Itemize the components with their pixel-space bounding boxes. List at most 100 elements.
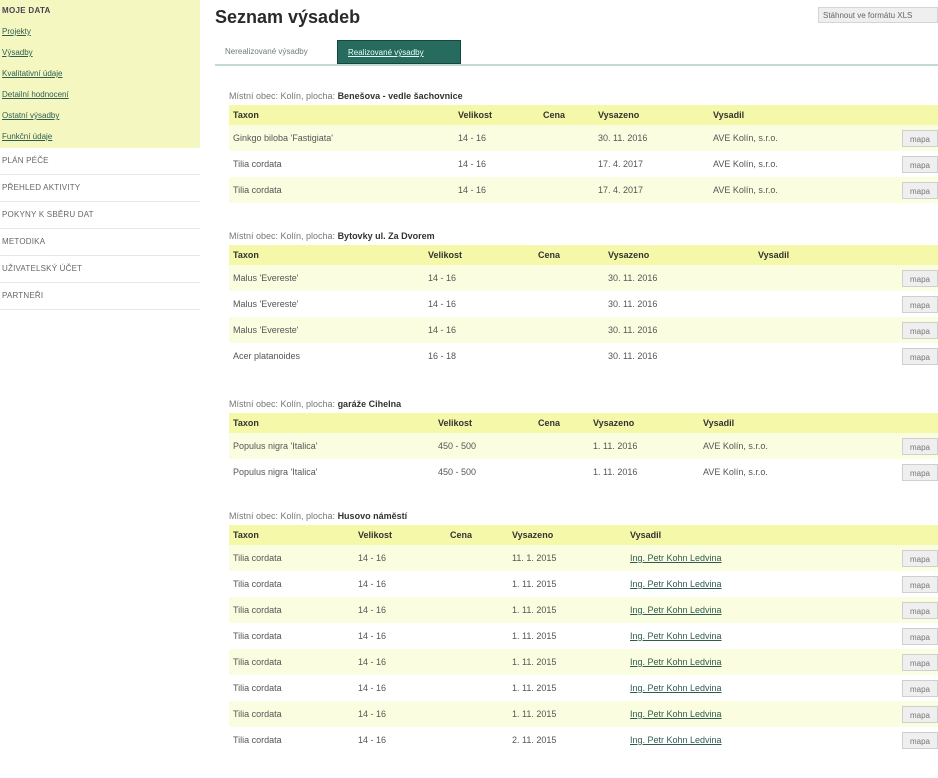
cell-map: mapa bbox=[893, 623, 938, 649]
column-header-planter: Vysadil bbox=[754, 245, 893, 265]
cell-price bbox=[446, 597, 508, 623]
sidebar-item-account[interactable]: UŽIVATELSKÝ ÚČET bbox=[0, 256, 200, 283]
column-header-price: Cena bbox=[446, 525, 508, 545]
sidebar-link-functional[interactable]: Funkční údaje bbox=[2, 126, 198, 147]
cell-taxon: Tilia cordata bbox=[229, 597, 354, 623]
cell-size: 14 - 16 bbox=[454, 151, 539, 177]
cell-price bbox=[534, 291, 604, 317]
cell-planter: AVE Kolín, s.r.o. bbox=[699, 459, 893, 485]
map-button[interactable]: mapa bbox=[902, 601, 938, 619]
cell-taxon: Malus 'Evereste' bbox=[229, 317, 424, 343]
cell-planted: 1. 11. 2015 bbox=[508, 597, 626, 623]
cell-size: 14 - 16 bbox=[354, 727, 446, 753]
table-header-row: Taxon Velikost Cena Vysazeno Vysadil bbox=[229, 525, 938, 545]
sidebar-link-evaluation[interactable]: Detailní hodnocení bbox=[2, 84, 198, 105]
cell-taxon: Malus 'Evereste' bbox=[229, 265, 424, 291]
column-header-size: Velikost bbox=[424, 245, 534, 265]
map-button[interactable]: mapa bbox=[902, 653, 938, 671]
column-header-size: Velikost bbox=[354, 525, 446, 545]
cell-map: mapa bbox=[893, 265, 938, 291]
table-row: Tilia cordata 14 - 16 17. 4. 2017 AVE Kolín… bbox=[229, 151, 938, 177]
cell-size: 14 - 16 bbox=[354, 571, 446, 597]
cell-planter[interactable]: Ing. Petr Kohn Ledvina bbox=[626, 623, 893, 649]
page-title: Seznam výsadeb bbox=[215, 7, 361, 27]
map-button[interactable]: mapa bbox=[902, 347, 938, 365]
cell-map: mapa bbox=[893, 675, 938, 701]
plantings-table: Taxon Velikost Cena Vysazeno Vysadil Tilia co… bbox=[229, 525, 938, 753]
sidebar-link-projects[interactable]: Projekty bbox=[2, 21, 198, 42]
column-header-taxon: Taxon bbox=[229, 413, 434, 433]
sidebar-item-data-guide[interactable]: POKYNY K SBĚRU DAT bbox=[0, 202, 200, 229]
map-button[interactable]: mapa bbox=[902, 437, 938, 455]
cell-size: 14 - 16 bbox=[454, 125, 539, 151]
locality-label: Místní obec: Kolín, plocha: Bytovky ul. … bbox=[229, 227, 938, 245]
sidebar-item-methodology[interactable]: METODIKA bbox=[0, 229, 200, 256]
cell-planter[interactable]: Ing. Petr Kohn Ledvina bbox=[626, 597, 893, 623]
download-xls-button[interactable]: Stáhnout ve formátu XLS bbox=[818, 7, 938, 23]
cell-price bbox=[534, 459, 589, 485]
cell-planted: 1. 11. 2015 bbox=[508, 571, 626, 597]
map-button[interactable]: mapa bbox=[902, 155, 938, 173]
map-button[interactable]: mapa bbox=[902, 575, 938, 593]
tab-done[interactable]: Realizované výsadby bbox=[337, 40, 461, 64]
locality-label: Místní obec: Kolín, plocha: Husovo náměs… bbox=[229, 507, 938, 525]
cell-price bbox=[534, 343, 604, 369]
map-button[interactable]: mapa bbox=[902, 679, 938, 697]
cell-size: 14 - 16 bbox=[354, 545, 446, 571]
sidebar-title: MOJE DATA bbox=[2, 6, 51, 15]
cell-planted: 30. 11. 2016 bbox=[604, 291, 754, 317]
cell-taxon: Tilia cordata bbox=[229, 177, 454, 203]
table-row: Populus nigra 'Italica' 450 - 500 1. 11. 2… bbox=[229, 433, 938, 459]
table-row: Populus nigra 'Italica' 450 - 500 1. 11. 2… bbox=[229, 459, 938, 485]
sidebar-link-plantings[interactable]: Výsadby bbox=[2, 42, 198, 63]
cell-planter[interactable]: Ing. Petr Kohn Ledvina bbox=[626, 701, 893, 727]
column-header-map bbox=[893, 525, 938, 545]
sidebar-item-partners[interactable]: PARTNEŘI bbox=[0, 283, 200, 310]
table-header-row: Taxon Velikost Cena Vysazeno Vysadil bbox=[229, 105, 938, 125]
cell-planter[interactable]: Ing. Petr Kohn Ledvina bbox=[626, 571, 893, 597]
cell-planter[interactable]: Ing. Petr Kohn Ledvina bbox=[626, 545, 893, 571]
cell-map: mapa bbox=[893, 597, 938, 623]
cell-taxon: Malus 'Evereste' bbox=[229, 291, 424, 317]
map-button[interactable]: mapa bbox=[902, 269, 938, 287]
cell-taxon: Tilia cordata bbox=[229, 151, 454, 177]
table-row: Tilia cordata 14 - 16 11. 1. 2015 Ing. Petr… bbox=[229, 545, 938, 571]
cell-price bbox=[446, 571, 508, 597]
cell-planter[interactable]: Ing. Petr Kohn Ledvina bbox=[626, 727, 893, 753]
cell-planter: AVE Kolín, s.r.o. bbox=[709, 125, 893, 151]
map-button[interactable]: mapa bbox=[902, 705, 938, 723]
cell-taxon: Tilia cordata bbox=[229, 701, 354, 727]
map-button[interactable]: mapa bbox=[902, 549, 938, 567]
cell-planter bbox=[754, 291, 893, 317]
map-button[interactable]: mapa bbox=[902, 129, 938, 147]
locality-name: Benešova - vedle šachovnice bbox=[337, 91, 463, 101]
table-row: Tilia cordata 14 - 16 1. 11. 2015 Ing. Petr… bbox=[229, 701, 938, 727]
map-button[interactable]: mapa bbox=[902, 321, 938, 339]
planting-section: Místní obec: Kolín, plocha: Husovo náměs… bbox=[229, 507, 938, 753]
planting-section: Místní obec: Kolín, plocha: Bytovky ul. … bbox=[229, 227, 938, 369]
sidebar-link-quality[interactable]: Kvalitativní údaje bbox=[2, 63, 198, 84]
sidebar-item-activity[interactable]: PŘEHLED AKTIVITY bbox=[0, 175, 200, 202]
cell-size: 16 - 18 bbox=[424, 343, 534, 369]
map-button[interactable]: mapa bbox=[902, 731, 938, 749]
plantings-table: Taxon Velikost Cena Vysazeno Vysadil Malus 'E… bbox=[229, 245, 938, 369]
map-button[interactable]: mapa bbox=[902, 463, 938, 481]
map-button[interactable]: mapa bbox=[902, 295, 938, 313]
map-button[interactable]: mapa bbox=[902, 627, 938, 645]
cell-size: 14 - 16 bbox=[454, 177, 539, 203]
cell-planted: 1. 11. 2015 bbox=[508, 675, 626, 701]
tab-planned[interactable]: Nerealizované výsadby bbox=[215, 40, 333, 64]
cell-planted: 1. 11. 2016 bbox=[589, 459, 699, 485]
cell-map: mapa bbox=[893, 649, 938, 675]
cell-planter[interactable]: Ing. Petr Kohn Ledvina bbox=[626, 675, 893, 701]
table-row: Tilia cordata 14 - 16 1. 11. 2015 Ing. Petr… bbox=[229, 597, 938, 623]
sidebar-item-care-plan[interactable]: PLÁN PÉČE bbox=[0, 148, 200, 175]
cell-planter[interactable]: Ing. Petr Kohn Ledvina bbox=[626, 649, 893, 675]
cell-price bbox=[446, 545, 508, 571]
cell-planter: AVE Kolín, s.r.o. bbox=[709, 177, 893, 203]
locality-name: Husovo náměstí bbox=[337, 511, 408, 521]
sidebar-link-other-plantings[interactable]: Ostatní výsadby bbox=[2, 105, 198, 126]
table-row: Tilia cordata 14 - 16 2. 11. 2015 Ing. Petr… bbox=[229, 727, 938, 753]
column-header-price: Cena bbox=[534, 413, 589, 433]
map-button[interactable]: mapa bbox=[902, 181, 938, 199]
